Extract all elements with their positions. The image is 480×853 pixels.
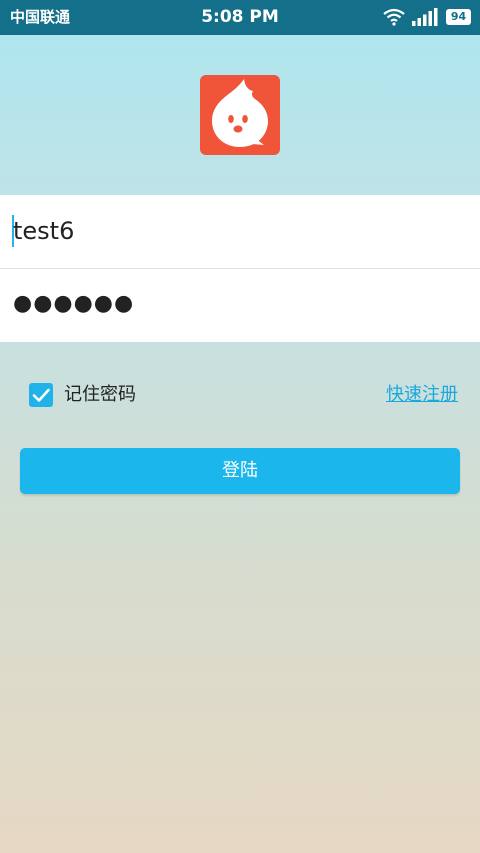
username-field[interactable]: test6 [0,195,480,268]
status-clock: 5:08 PM [201,7,279,27]
password-field[interactable]: ●●●●●● [0,269,480,342]
wifi-icon [383,7,405,26]
signal-icon [412,8,438,26]
battery-indicator: 94 [446,9,471,25]
status-bar: 中国联通 5:08 PM 94 [0,0,480,35]
remember-password-label: 记住密码 [64,384,136,405]
quick-register-link[interactable]: 快速注册 [386,383,458,407]
remember-password-checkbox[interactable] [29,383,53,407]
password-mask: ●●●●●● [13,291,135,316]
checkmark-icon [32,388,50,402]
login-button[interactable]: 登陆 [20,448,460,494]
app-logo-icon [200,75,280,155]
username-value: test6 [13,217,75,245]
